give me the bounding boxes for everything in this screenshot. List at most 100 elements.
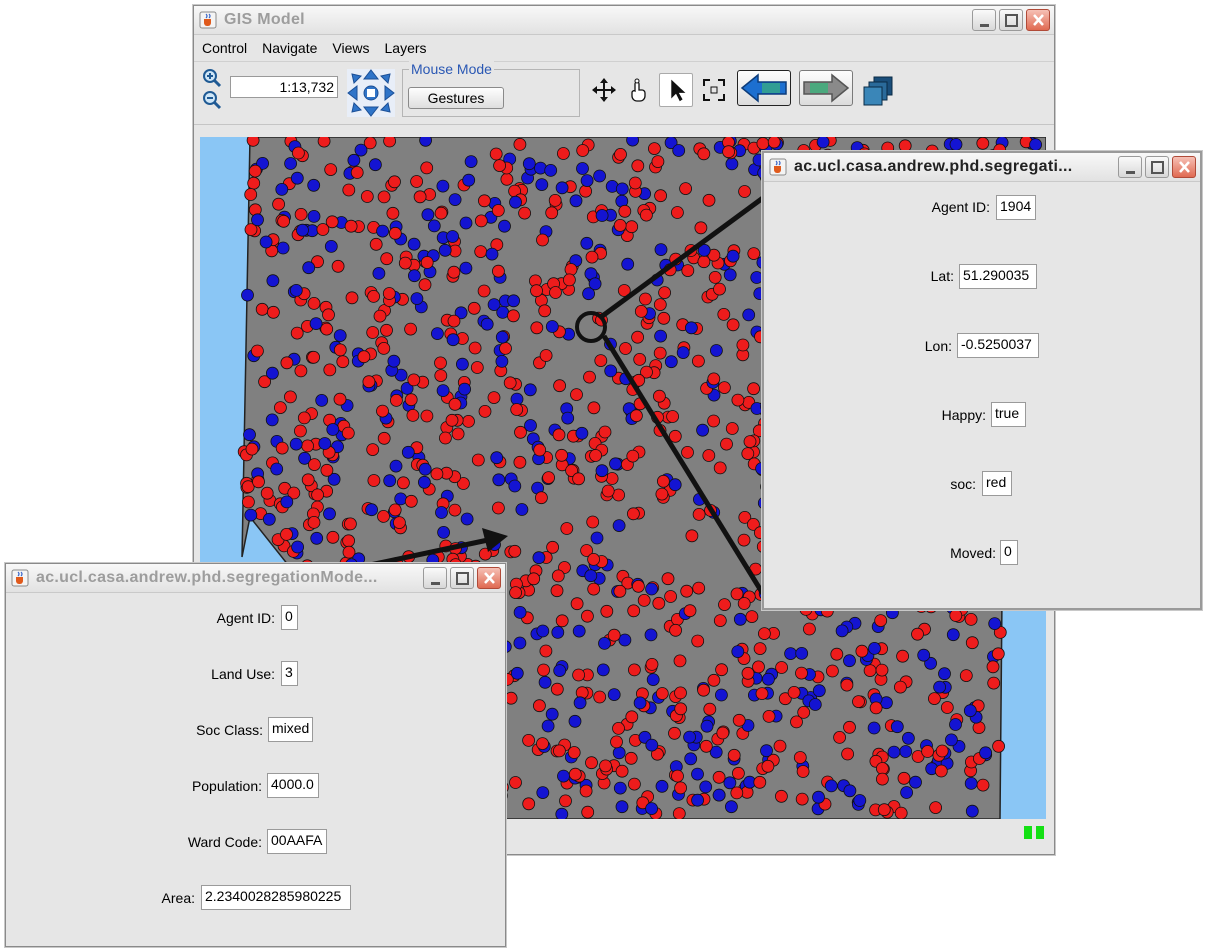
agent-dot[interactable] bbox=[421, 208, 435, 222]
agent-dot[interactable] bbox=[459, 216, 473, 230]
agent-dot[interactable] bbox=[266, 274, 280, 288]
agent-dot[interactable] bbox=[402, 550, 416, 564]
agent-dot[interactable] bbox=[658, 286, 672, 300]
scale-field[interactable]: 1:13,732 bbox=[230, 76, 338, 98]
agent-dot[interactable] bbox=[367, 289, 381, 303]
agent-dot[interactable] bbox=[668, 478, 682, 492]
agent-dot[interactable] bbox=[366, 443, 380, 457]
agent-dot[interactable] bbox=[626, 507, 640, 521]
agent-dot[interactable] bbox=[290, 171, 304, 185]
agent-dot[interactable] bbox=[383, 474, 397, 488]
agent-dot[interactable] bbox=[407, 237, 421, 251]
agent-dot[interactable] bbox=[265, 413, 279, 427]
agent-dot[interactable] bbox=[663, 263, 677, 277]
agent-dot[interactable] bbox=[243, 428, 256, 442]
agent-dot[interactable] bbox=[775, 661, 788, 674]
agent-dot[interactable] bbox=[767, 137, 781, 149]
agent-dot[interactable] bbox=[624, 751, 638, 765]
soc-class-field[interactable]: mixed bbox=[268, 717, 313, 742]
agent-dot[interactable] bbox=[911, 627, 924, 641]
area-field[interactable]: 2.2340028285980225 bbox=[201, 885, 351, 910]
agent-dot[interactable] bbox=[333, 392, 347, 406]
agent-dot[interactable] bbox=[843, 720, 856, 734]
agent-dot[interactable] bbox=[388, 175, 401, 189]
agent-dot[interactable] bbox=[736, 338, 750, 352]
agent-dot[interactable] bbox=[377, 341, 391, 355]
agent-dot[interactable] bbox=[366, 326, 380, 339]
agent-dot[interactable] bbox=[342, 534, 356, 548]
agent-dot[interactable] bbox=[726, 249, 740, 263]
agent-dot[interactable] bbox=[725, 157, 739, 171]
agent-dot[interactable] bbox=[803, 622, 816, 636]
agent-dot[interactable] bbox=[713, 614, 727, 628]
agent-dot[interactable] bbox=[561, 411, 575, 425]
agent-dot[interactable] bbox=[692, 507, 706, 521]
agent-dot[interactable] bbox=[959, 669, 973, 682]
agent-dot[interactable] bbox=[464, 155, 478, 169]
agent-dot[interactable] bbox=[244, 508, 258, 522]
agent-dot[interactable] bbox=[387, 354, 401, 368]
agent-dot[interactable] bbox=[551, 569, 565, 583]
agent-dot[interactable] bbox=[733, 612, 747, 626]
agent-dot[interactable] bbox=[311, 488, 324, 502]
agent-dot[interactable] bbox=[613, 584, 627, 598]
agent-dot[interactable] bbox=[697, 147, 711, 161]
agent-dot[interactable] bbox=[477, 194, 491, 208]
agent-dot[interactable] bbox=[726, 318, 740, 332]
agent-dot[interactable] bbox=[301, 439, 314, 453]
agent-dot[interactable] bbox=[697, 683, 711, 697]
agent-dot[interactable] bbox=[894, 806, 908, 819]
pan-arrows-icon[interactable] bbox=[346, 68, 396, 118]
agent-dot[interactable] bbox=[365, 503, 379, 517]
agent-dot[interactable] bbox=[681, 264, 695, 278]
agent-dot[interactable] bbox=[671, 769, 684, 783]
agent-dot[interactable] bbox=[242, 495, 255, 509]
agent-dot[interactable] bbox=[867, 721, 881, 735]
agent-dot[interactable] bbox=[248, 164, 262, 178]
agent-dot[interactable] bbox=[309, 317, 323, 331]
agent-dot[interactable] bbox=[252, 475, 265, 489]
agent-dot[interactable] bbox=[493, 159, 507, 173]
agent-dot[interactable] bbox=[593, 690, 607, 704]
agent-dot[interactable] bbox=[826, 664, 839, 678]
agent-dot[interactable] bbox=[572, 472, 586, 486]
agent-dot[interactable] bbox=[691, 793, 705, 807]
agent-dot[interactable] bbox=[949, 138, 963, 151]
agent-dot[interactable] bbox=[718, 381, 731, 395]
agent-dot[interactable] bbox=[684, 244, 698, 257]
agent-dot[interactable] bbox=[333, 329, 347, 343]
agent-dot[interactable] bbox=[308, 458, 321, 472]
agent-dot[interactable] bbox=[418, 278, 432, 292]
agent-dot[interactable] bbox=[488, 538, 501, 552]
agent-dot[interactable] bbox=[607, 628, 621, 642]
agent-dot[interactable] bbox=[712, 788, 726, 802]
agent-dot[interactable] bbox=[579, 784, 593, 798]
agent-dot[interactable] bbox=[615, 182, 629, 196]
menu-control[interactable]: Control bbox=[202, 40, 247, 56]
agent-dot[interactable] bbox=[572, 668, 586, 682]
gestures-button[interactable]: Gestures bbox=[408, 87, 504, 109]
agent-dot[interactable] bbox=[718, 598, 731, 612]
agent-dot[interactable] bbox=[853, 794, 867, 807]
agent-dot[interactable] bbox=[938, 667, 951, 681]
agent-dot[interactable] bbox=[322, 308, 335, 322]
agent-dot[interactable] bbox=[645, 658, 659, 671]
agent-dot[interactable] bbox=[562, 273, 576, 287]
agent-dot[interactable] bbox=[294, 424, 307, 438]
fit-extent-icon[interactable] bbox=[700, 76, 728, 104]
agent-dot[interactable] bbox=[500, 172, 514, 186]
agent-dot[interactable] bbox=[627, 663, 641, 677]
agent-dot[interactable] bbox=[515, 503, 529, 516]
menu-views[interactable]: Views bbox=[332, 40, 369, 56]
agent-dot[interactable] bbox=[681, 445, 694, 459]
agent-dot[interactable] bbox=[674, 686, 687, 700]
agent-dot[interactable] bbox=[637, 593, 651, 607]
agent-dot[interactable] bbox=[653, 298, 667, 312]
agent-dot[interactable] bbox=[510, 666, 524, 680]
agent-dot[interactable] bbox=[326, 423, 340, 436]
agent-dot[interactable] bbox=[796, 765, 810, 778]
agent-dot[interactable] bbox=[683, 730, 697, 744]
agent-dot[interactable] bbox=[307, 178, 321, 192]
agent-dot[interactable] bbox=[725, 422, 739, 435]
agent-dot[interactable] bbox=[691, 767, 704, 781]
